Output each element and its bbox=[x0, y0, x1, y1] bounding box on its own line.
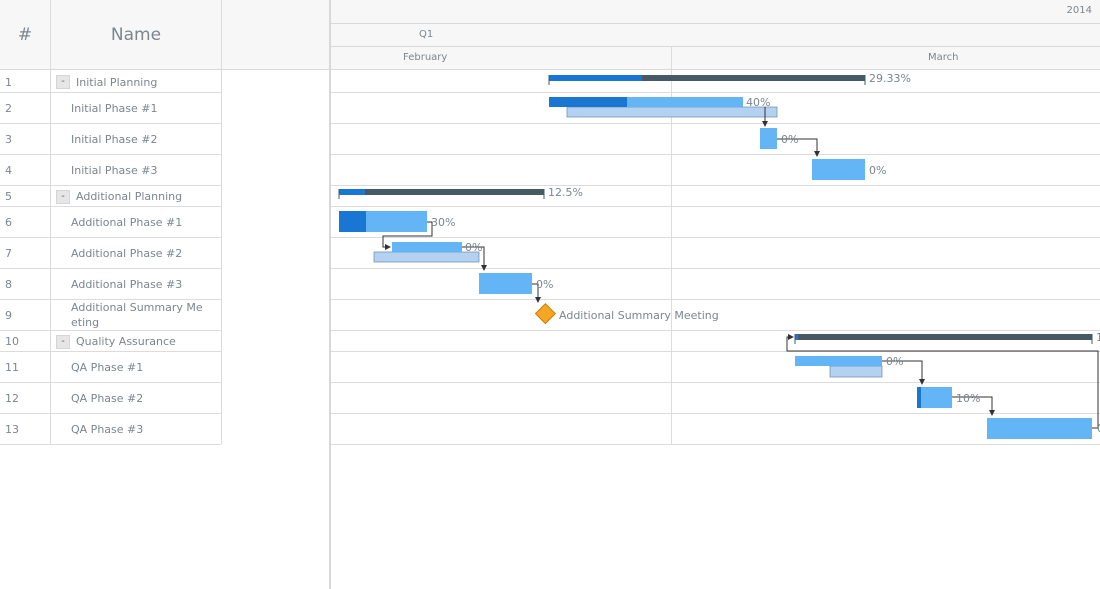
task-bar-additional-phase-3[interactable] bbox=[479, 273, 532, 294]
task-bar-additional-phase-2[interactable] bbox=[373, 242, 480, 263]
task-name: Initial Planning bbox=[76, 75, 158, 89]
progress-label: 12.5% bbox=[548, 186, 583, 199]
row-number: 3 bbox=[5, 133, 12, 146]
gantt-chart bbox=[338, 75, 1099, 439]
summary-bar-quality-assurance[interactable] bbox=[794, 334, 1093, 344]
summary-bar-additional-planning[interactable] bbox=[338, 189, 545, 199]
column-number-label: # bbox=[17, 24, 33, 45]
task-bar-qa-phase-1[interactable] bbox=[795, 356, 883, 378]
column-header-name[interactable]: Name bbox=[51, 0, 221, 70]
row-number: 13 bbox=[5, 423, 19, 436]
task-name: QA Phase #3 bbox=[71, 423, 144, 436]
task-name: QA Phase #1 bbox=[71, 361, 144, 374]
table-row[interactable]: 7 Additional Phase #2 bbox=[0, 238, 221, 269]
task-name: Additional Phase #3 bbox=[71, 278, 183, 291]
milestone-additional-summary-meeting[interactable] bbox=[534, 302, 557, 325]
progress-label: 0% bbox=[465, 241, 483, 254]
task-bar-initial-phase-2[interactable] bbox=[760, 128, 777, 149]
task-name: QA Phase #2 bbox=[71, 392, 144, 405]
table-row[interactable]: 6 Additional Phase #1 bbox=[0, 207, 221, 238]
task-bar-additional-phase-1[interactable] bbox=[339, 211, 427, 232]
table-row[interactable]: 12 QA Phase #2 bbox=[0, 383, 221, 414]
data-grid: # Name 1- Initial Planning 2 Initial Phase … bbox=[0, 0, 330, 589]
row-number: 4 bbox=[5, 164, 12, 177]
milestone-label: Additional Summary Meeting bbox=[559, 309, 719, 322]
row-number: 12 bbox=[5, 392, 19, 405]
row-number: 7 bbox=[5, 247, 12, 260]
table-row[interactable]: 8 Additional Phase #3 bbox=[0, 269, 221, 300]
timeline-panel: 2014 Q1 February March 29.33% 40% 0% 0% … bbox=[331, 0, 1100, 589]
task-name: Quality Assurance bbox=[76, 335, 176, 348]
table-row[interactable]: 11 QA Phase #1 bbox=[0, 352, 221, 383]
dependency-connectors bbox=[382, 107, 1099, 429]
row-number: 8 bbox=[5, 278, 12, 291]
task-name: Additional Planning bbox=[76, 190, 183, 203]
task-name: Additional Summary Me eting bbox=[71, 301, 203, 329]
task-bar-qa-phase-3[interactable] bbox=[987, 418, 1092, 439]
row-number: 11 bbox=[5, 361, 19, 374]
row-number: 9 bbox=[5, 309, 12, 322]
progress-label: 10% bbox=[956, 392, 981, 405]
row-number: 1 bbox=[5, 75, 12, 89]
task-name: Initial Phase #1 bbox=[71, 102, 158, 115]
table-row[interactable]: 9 Additional Summary Me eting bbox=[0, 300, 221, 331]
column-name-label: Name bbox=[110, 24, 162, 45]
progress-label: 0% bbox=[886, 355, 904, 368]
collapse-toggle-icon[interactable]: - bbox=[56, 334, 70, 349]
row-number: 2 bbox=[5, 102, 12, 115]
task-bar-qa-phase-2[interactable] bbox=[917, 387, 952, 408]
summary-bar-initial-planning[interactable] bbox=[548, 75, 866, 85]
task-bar-initial-phase-1[interactable] bbox=[549, 97, 778, 118]
row-number: 5 bbox=[5, 190, 12, 203]
collapse-toggle-icon[interactable]: - bbox=[56, 75, 70, 89]
task-name: Additional Phase #1 bbox=[71, 216, 183, 229]
row-number: 6 bbox=[5, 216, 12, 229]
column-header-empty bbox=[222, 0, 329, 70]
table-row[interactable]: 1 - Initial Planning bbox=[0, 71, 221, 93]
column-divider bbox=[221, 0, 222, 444]
table-row[interactable]: 10 - Quality Assurance bbox=[0, 331, 221, 352]
table-row[interactable]: 13 QA Phase #3 bbox=[0, 414, 221, 445]
task-name: Initial Phase #2 bbox=[71, 133, 158, 146]
task-name: Initial Phase #3 bbox=[71, 164, 158, 177]
table-row[interactable]: 2 Initial Phase #1 bbox=[0, 93, 221, 124]
task-name: Additional Phase #2 bbox=[71, 247, 183, 260]
progress-label: 1 bbox=[1096, 331, 1100, 344]
table-row[interactable]: 3 Initial Phase #2 bbox=[0, 124, 221, 155]
progress-label: 0% bbox=[536, 278, 554, 291]
progress-label: 30% bbox=[431, 216, 456, 229]
progress-label: 0% bbox=[781, 133, 799, 146]
column-header-number[interactable]: # bbox=[0, 0, 50, 70]
progress-label: 29.33% bbox=[869, 72, 911, 85]
progress-label: 0% bbox=[869, 164, 887, 177]
collapse-toggle-icon[interactable]: - bbox=[56, 189, 70, 204]
row-number: 10 bbox=[5, 335, 19, 348]
table-row[interactable]: 5 - Additional Planning bbox=[0, 186, 221, 207]
progress-label: 40% bbox=[746, 96, 771, 109]
table-row[interactable]: 4 Initial Phase #3 bbox=[0, 155, 221, 186]
task-bar-initial-phase-3[interactable] bbox=[812, 159, 865, 180]
